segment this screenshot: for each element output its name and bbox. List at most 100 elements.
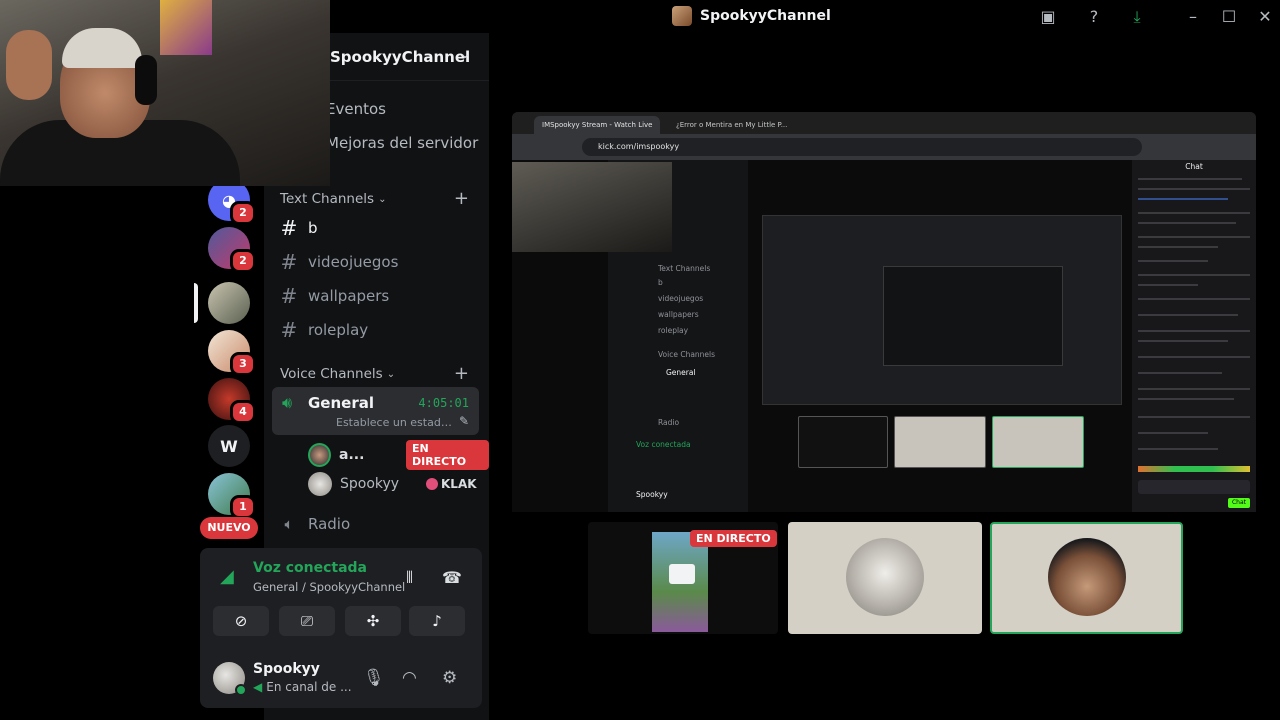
channel-b[interactable]: # b bbox=[280, 213, 480, 243]
webcam-person-beanie bbox=[62, 28, 142, 68]
activities-button[interactable]: ✣ bbox=[345, 606, 401, 636]
chevron-down-icon: ⌄ bbox=[459, 46, 471, 62]
camera-off-button[interactable]: ⊘ bbox=[213, 606, 269, 636]
camera-off-icon: ⊘ bbox=[234, 612, 248, 630]
nested-stream bbox=[762, 215, 1122, 405]
new-badge[interactable]: NUEVO bbox=[200, 517, 258, 539]
voice-channel-general[interactable]: 🔊︎ General 4:05:01 Establece un estado d… bbox=[272, 387, 479, 435]
chevron-down-icon: ⌄ bbox=[386, 368, 396, 380]
stream-view[interactable]: IMSpookyy Stream - Watch Live ¿Error o M… bbox=[512, 112, 1256, 512]
channel-videojuegos[interactable]: # videojuegos bbox=[280, 247, 480, 277]
window-title: SpookyyChannel bbox=[672, 6, 831, 26]
chat-message bbox=[1138, 372, 1222, 374]
inbox-icon[interactable]: ▣ bbox=[1038, 7, 1058, 27]
emote-bar[interactable] bbox=[1138, 466, 1250, 472]
server-3[interactable] bbox=[208, 282, 250, 324]
webcam-headphones bbox=[135, 55, 157, 105]
nested-tile-stream bbox=[798, 416, 888, 468]
microphone-icon[interactable]: 🎙︎ bbox=[363, 668, 385, 688]
cat-avatar bbox=[846, 538, 924, 616]
chat-message bbox=[1138, 198, 1228, 200]
server-4[interactable]: 3 bbox=[208, 330, 256, 376]
user-avatar bbox=[1048, 538, 1126, 616]
server-selected-pill bbox=[194, 283, 198, 323]
chat-message bbox=[1138, 178, 1242, 180]
chat-message bbox=[1138, 260, 1208, 262]
chevron-down-icon: ⌄ bbox=[378, 193, 387, 205]
chat-message bbox=[1138, 212, 1250, 214]
tile-stream[interactable]: EN DIRECTO bbox=[588, 522, 778, 634]
notification-badge: 2 bbox=[230, 249, 256, 273]
headphones-icon[interactable]: ◠ bbox=[402, 668, 417, 688]
online-status-icon bbox=[235, 684, 247, 696]
monitor-icon bbox=[669, 564, 695, 584]
nested-tile-user bbox=[992, 416, 1084, 468]
soundboard-button[interactable]: ♪ bbox=[409, 606, 465, 636]
hash-icon: # bbox=[280, 284, 298, 308]
server-2[interactable]: 2 bbox=[208, 227, 256, 273]
chat-message bbox=[1138, 246, 1218, 248]
live-badge: EN DIRECTO bbox=[405, 440, 489, 470]
server-5[interactable]: 4 bbox=[208, 378, 256, 424]
chat-message bbox=[1138, 356, 1250, 358]
add-voice-channel-button[interactable]: + bbox=[454, 363, 469, 384]
screen-share-button[interactable]: ⎚ bbox=[279, 606, 335, 636]
kick-chat-panel: Chat Chat bbox=[1132, 160, 1256, 512]
server-w[interactable]: W bbox=[208, 425, 250, 467]
soundboard-icon: ♪ bbox=[432, 612, 442, 630]
chat-message bbox=[1138, 222, 1236, 224]
chat-message bbox=[1138, 448, 1218, 450]
chat-message bbox=[1138, 188, 1250, 190]
hash-icon: # bbox=[280, 250, 298, 274]
chat-message bbox=[1138, 388, 1250, 390]
browser-tab-youtube[interactable]: ¿Error o Mentira en My Little P... bbox=[668, 116, 794, 134]
browser-toolbar: kick.com/imspookyy bbox=[512, 134, 1256, 160]
browser-tab-kick[interactable]: IMSpookyy Stream - Watch Live bbox=[534, 116, 660, 134]
notification-badge: 4 bbox=[230, 400, 256, 424]
chat-send-button[interactable]: Chat bbox=[1228, 498, 1250, 508]
category-voice-channels[interactable]: Voice Channels ⌄ bbox=[280, 366, 395, 382]
chat-message bbox=[1138, 416, 1250, 418]
voice-user-a[interactable]: a... EN DIRECTO bbox=[308, 440, 489, 470]
tile-participant-cat[interactable] bbox=[788, 522, 982, 634]
maximize-icon[interactable]: ☐ bbox=[1219, 7, 1239, 27]
tile-participant-speaking[interactable] bbox=[990, 522, 1183, 634]
live-badge: EN DIRECTO bbox=[690, 530, 777, 547]
channel-roleplay[interactable]: # roleplay bbox=[280, 315, 480, 345]
edit-pencil-icon[interactable]: ✎ bbox=[459, 414, 469, 428]
user-status: ◀︎ En canal de ... bbox=[253, 680, 352, 694]
voice-connected-panel: ◢ Voz conectada General / SpookyyChannel… bbox=[200, 548, 482, 648]
chat-message bbox=[1138, 330, 1250, 332]
signal-icon[interactable]: ◢ bbox=[220, 566, 234, 587]
speaker-icon: ◀︎ bbox=[253, 680, 263, 694]
close-icon[interactable]: ✕ bbox=[1255, 7, 1275, 27]
clan-tag: KLAK bbox=[426, 477, 477, 491]
channel-status[interactable]: Establece un estado de canal bbox=[336, 416, 456, 429]
disconnect-icon[interactable]: ☎ bbox=[442, 568, 462, 587]
chat-input[interactable] bbox=[1138, 480, 1250, 494]
activities-icon: ✣ bbox=[366, 612, 380, 630]
add-text-channel-button[interactable]: + bbox=[454, 188, 469, 209]
settings-gear-icon[interactable]: ⚙ bbox=[442, 668, 457, 688]
minimize-icon[interactable]: – bbox=[1183, 7, 1203, 27]
voice-user-spookyy[interactable]: Spookyy KLAK bbox=[308, 472, 477, 496]
nested-tile-cat bbox=[894, 416, 986, 468]
chat-message bbox=[1138, 236, 1250, 238]
download-icon[interactable]: ⤓ bbox=[1127, 7, 1147, 27]
webcam-person-hand bbox=[6, 30, 52, 100]
menu-server-boosts[interactable]: Mejoras del servidor bbox=[326, 134, 478, 152]
clan-icon bbox=[426, 478, 438, 490]
chat-message bbox=[1138, 274, 1250, 276]
menu-events[interactable]: Eventos bbox=[326, 100, 386, 118]
address-bar[interactable]: kick.com/imspookyy bbox=[582, 138, 1142, 156]
channel-wallpapers[interactable]: # wallpapers bbox=[280, 281, 480, 311]
hash-icon: # bbox=[280, 216, 298, 240]
help-icon[interactable]: ? bbox=[1084, 7, 1104, 27]
category-text-channels[interactable]: Text Channels ⌄ bbox=[280, 191, 386, 207]
channel-radio[interactable]: 🔈︎ Radio bbox=[280, 509, 480, 539]
chat-message bbox=[1138, 284, 1198, 286]
webcam-overlay bbox=[0, 0, 330, 186]
server-7[interactable]: 1 bbox=[208, 473, 256, 519]
chat-message bbox=[1138, 432, 1208, 434]
noise-suppression-icon[interactable]: ⦀ bbox=[406, 568, 413, 588]
